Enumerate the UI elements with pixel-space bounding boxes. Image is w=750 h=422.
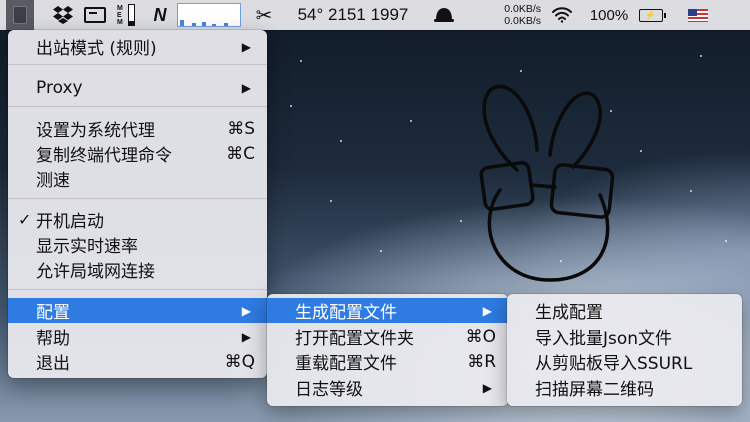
menu-item-label: 日志等级	[295, 380, 363, 400]
network-down-value: 0.0KB/s	[504, 15, 541, 27]
mem-icon[interactable]: MEM	[112, 0, 140, 30]
weather-stats[interactable]: 54° 2151 1997	[283, 0, 423, 30]
submenu-arrow-icon: ▶	[241, 39, 251, 54]
menu-item-label: 配置	[36, 303, 70, 323]
dropbox-icon[interactable]	[50, 0, 76, 30]
menu-item-generate-config[interactable]: 生成配置	[507, 298, 742, 323]
shortcut-label: ⌘Q	[224, 351, 255, 372]
menu-item-allow-lan[interactable]: 允许局域网连接	[8, 257, 267, 282]
menu-item-label: 扫描屏幕二维码	[535, 380, 654, 400]
display-icon[interactable]	[82, 0, 108, 30]
shortcut-label: ⌘C	[226, 143, 255, 164]
menu-separator	[8, 106, 267, 107]
submenu-arrow-icon: ▶	[241, 80, 251, 95]
menu-item-label: 打开配置文件夹	[295, 329, 414, 349]
shortcut-label: ⌘S	[227, 118, 255, 139]
menu-item-import-json[interactable]: 导入批量Json文件	[507, 324, 742, 349]
menu-item-label: 生成配置文件	[295, 303, 397, 323]
menu-item-set-system-proxy[interactable]: 设置为系统代理 ⌘S	[8, 116, 267, 142]
rabbit-logo-icon	[479, 84, 615, 282]
menu-item-scan-qrcode[interactable]: 扫描屏幕二维码	[507, 375, 742, 400]
wifi-icon[interactable]	[548, 0, 576, 30]
menu-item-label: 开机启动	[36, 212, 104, 232]
menu-item-config[interactable]: 配置 ▶	[8, 298, 267, 323]
submenu-arrow-icon: ▶	[241, 303, 251, 318]
menu-item-label: 从剪贴板导入SSURL	[535, 354, 693, 374]
menu-item-show-realtime-speed[interactable]: 显示实时速率	[8, 232, 267, 257]
menu-separator	[8, 64, 267, 65]
menu-item-label: 生成配置	[535, 303, 603, 323]
menu-item-label: 重载配置文件	[295, 354, 397, 374]
network-speed[interactable]: 0.0KB/s 0.0KB/s	[485, 0, 541, 30]
hat-icon[interactable]	[430, 0, 458, 30]
battery-charging-icon[interactable]: ⚡	[636, 0, 668, 30]
cpu-icon[interactable]: N	[150, 0, 170, 30]
menu-item-open-config-folder[interactable]: 打开配置文件夹 ⌘O	[267, 324, 508, 350]
menu-item-launch-at-login[interactable]: ✓ 开机启动	[8, 207, 267, 232]
menu-item-speed-test[interactable]: 测速	[8, 166, 267, 191]
menu-item-help[interactable]: 帮助 ▶	[8, 324, 267, 349]
menu-item-reload-config[interactable]: 重载配置文件 ⌘R	[267, 349, 508, 375]
menu-item-quit[interactable]: 退出 ⌘Q	[8, 349, 267, 375]
menu-separator	[8, 198, 267, 199]
submenu-arrow-icon: ▶	[482, 303, 492, 318]
menu-item-label: 允许局域网连接	[36, 262, 155, 282]
network-up-value: 0.0KB/s	[504, 3, 541, 15]
shortcut-label: ⌘O	[465, 326, 496, 347]
menu-item-label: 设置为系统代理	[36, 121, 155, 141]
network-graph-icon[interactable]	[176, 0, 242, 30]
menu-item-label: 帮助	[36, 329, 70, 349]
menu-separator	[8, 289, 267, 290]
shortcut-label: ⌘R	[467, 351, 496, 372]
menu-item-label: 测速	[36, 171, 70, 191]
battery-percent[interactable]: 100%	[585, 0, 633, 30]
mem-label: MEM	[117, 4, 123, 26]
scissors-icon[interactable]: ✂	[252, 0, 276, 30]
menu-item-label: 导入批量Json文件	[535, 329, 673, 349]
menu-item-outbound-mode[interactable]: 出站模式 (规则) ▶	[8, 34, 267, 59]
menu-item-label: 复制终端代理命令	[36, 146, 172, 166]
menu-item-generate-config-file[interactable]: 生成配置文件 ▶	[267, 298, 508, 323]
menu-bar: MEM N ✂ 54° 2151 1997 0.0KB/s 0.0KB/s 10…	[0, 0, 750, 30]
submenu-arrow-icon: ▶	[482, 380, 492, 395]
config-submenu: 生成配置文件 ▶ 打开配置文件夹 ⌘O 重载配置文件 ⌘R 日志等级 ▶	[267, 294, 508, 406]
menu-item-label: 出站模式 (规则)	[36, 39, 157, 59]
menu-item-import-ssurl-clipboard[interactable]: 从剪贴板导入SSURL	[507, 349, 742, 374]
menu-item-proxy[interactable]: Proxy ▶	[8, 75, 267, 100]
app-icon[interactable]	[6, 0, 34, 30]
submenu-arrow-icon: ▶	[241, 329, 251, 344]
menu-item-log-level[interactable]: 日志等级 ▶	[267, 375, 508, 400]
checkmark-icon: ✓	[18, 210, 32, 229]
generate-config-submenu: 生成配置 导入批量Json文件 从剪贴板导入SSURL 扫描屏幕二维码	[507, 294, 742, 406]
menu-item-label: 显示实时速率	[36, 237, 138, 257]
menu-item-copy-terminal-command[interactable]: 复制终端代理命令 ⌘C	[8, 141, 267, 167]
us-flag-icon[interactable]	[686, 0, 710, 30]
menu-item-label: Proxy	[36, 77, 83, 98]
menu-item-label: 退出	[36, 354, 70, 374]
main-menu: 出站模式 (规则) ▶ Proxy ▶ 设置为系统代理 ⌘S 复制终端代理命令 …	[8, 30, 267, 378]
cpu-letter: N	[153, 4, 167, 25]
